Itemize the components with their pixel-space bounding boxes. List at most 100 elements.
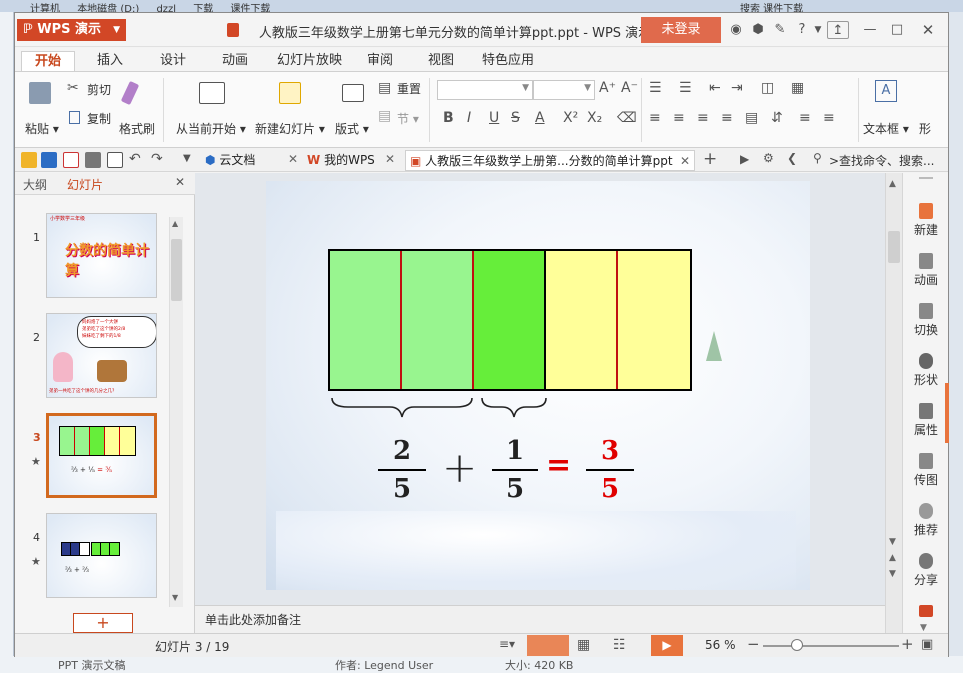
shrink-font-icon[interactable]: A⁻: [621, 80, 638, 96]
minimize-icon[interactable]: —: [861, 21, 879, 39]
distribute-icon[interactable]: ▤: [745, 110, 758, 126]
scroll-down-icon[interactable]: ▼: [172, 593, 178, 602]
maximize-icon[interactable]: □: [888, 21, 906, 39]
new-slide-button[interactable]: 新建幻灯片 ▾: [255, 120, 325, 137]
tab-animation[interactable]: 动画: [222, 51, 248, 71]
increase-indent-icon[interactable]: ⇥: [731, 80, 743, 96]
print-icon[interactable]: [85, 152, 101, 168]
animation-button[interactable]: 动画: [903, 253, 949, 288]
collapse-icon[interactable]: ❮: [787, 151, 797, 165]
close-icon[interactable]: ✕: [175, 175, 185, 189]
decrease-indent-icon[interactable]: ⇤: [709, 80, 721, 96]
next-slide-icon[interactable]: ▼: [889, 569, 896, 579]
zoom-in-icon[interactable]: +: [901, 635, 914, 653]
zoom-slider[interactable]: [763, 645, 899, 647]
crumb-computer[interactable]: 计算机: [30, 4, 60, 12]
superscript-icon[interactable]: X²: [563, 110, 578, 126]
new-tab-icon[interactable]: +: [703, 149, 717, 169]
close-tab-icon[interactable]: ✕: [288, 152, 298, 166]
app-menu-button[interactable]: ℙ WPS 演示 ▼: [17, 19, 126, 41]
font-color-icon[interactable]: A: [535, 110, 545, 126]
close-tab-icon[interactable]: ✕: [680, 151, 690, 172]
upload-image-button[interactable]: 传图: [903, 453, 949, 488]
copy-button[interactable]: 复制: [87, 110, 111, 127]
scroll-down-icon[interactable]: ▼: [889, 537, 896, 547]
text-box-style-icon[interactable]: ▦: [791, 80, 804, 96]
fit-window-icon[interactable]: ▣: [921, 637, 933, 652]
line-spacing-icon[interactable]: ⇵: [771, 110, 783, 126]
prev-slide-icon[interactable]: ▲: [889, 553, 896, 563]
tab-view[interactable]: 视图: [428, 51, 454, 71]
settings-icon[interactable]: ⬢: [749, 21, 767, 39]
numbered-list-icon[interactable]: ☰: [679, 80, 692, 96]
doc-tab-current[interactable]: ▣ 人教版三年级数学上册第...分数的简单计算ppt ✕: [405, 150, 695, 171]
reset-button[interactable]: 重置: [397, 80, 421, 97]
explorer-search[interactable]: 搜索 课件下载: [740, 0, 803, 12]
shapes-button[interactable]: 形状: [903, 353, 949, 388]
thumbnail-scrollbar[interactable]: ▲ ▼: [169, 217, 183, 607]
section-button[interactable]: 节 ▾: [397, 110, 419, 127]
command-search-input[interactable]: >查找命令、搜索...: [829, 152, 935, 169]
transition-button[interactable]: 切换: [903, 303, 949, 338]
clear-format-icon[interactable]: ⌫: [617, 110, 637, 126]
slide-scrollbar[interactable]: ▲ ▼ ▲ ▼: [885, 173, 902, 633]
text-direction-icon[interactable]: ≡: [823, 110, 835, 126]
crumb-disk[interactable]: 本地磁盘 (D:): [77, 4, 139, 12]
justify-icon[interactable]: ≡: [721, 110, 733, 126]
italic-icon[interactable]: I: [467, 110, 471, 126]
skin-icon[interactable]: ◉: [727, 21, 745, 39]
share-button[interactable]: 分享: [903, 553, 949, 588]
undo-icon[interactable]: ↶: [129, 151, 141, 167]
new-button[interactable]: 新建: [903, 203, 949, 238]
shape-button[interactable]: 形: [919, 120, 931, 137]
columns-icon[interactable]: ◫: [761, 80, 774, 96]
strikethrough-icon[interactable]: S: [511, 110, 520, 126]
reading-view-icon[interactable]: ☷: [613, 637, 626, 653]
tab-features[interactable]: 特色应用: [482, 51, 534, 71]
grow-font-icon[interactable]: A⁺: [599, 80, 616, 96]
scroll-up-icon[interactable]: ▲: [889, 179, 896, 189]
tab-review[interactable]: 审阅: [367, 51, 393, 71]
paste-button[interactable]: 粘贴 ▾: [25, 120, 59, 137]
print-preview-icon[interactable]: [107, 152, 123, 168]
tab-slideshow[interactable]: 幻灯片放映: [277, 51, 342, 71]
toolbox-icon[interactable]: [919, 605, 933, 617]
close-icon[interactable]: ✕: [919, 21, 937, 39]
export-pdf-icon[interactable]: [63, 152, 79, 168]
play-slideshow-icon[interactable]: ▶: [651, 635, 683, 656]
tab-slides[interactable]: 幻灯片: [67, 176, 103, 193]
restore-icon[interactable]: ↥: [827, 21, 849, 39]
feedback-icon[interactable]: ✎: [771, 21, 789, 39]
slide-sorter-icon[interactable]: ▦: [577, 637, 590, 653]
align-left-icon[interactable]: ≡: [649, 110, 661, 126]
drag-handle[interactable]: [919, 177, 933, 179]
layout-button[interactable]: 版式 ▾: [335, 120, 369, 137]
slide-thumb-4[interactable]: ⅔ + ⅔: [46, 513, 157, 598]
scroll-thumb[interactable]: [888, 231, 900, 263]
open-folder-icon[interactable]: [21, 152, 37, 168]
crumb-dzzl[interactable]: dzzl: [156, 4, 176, 12]
textbox-button[interactable]: 文本框 ▾: [863, 120, 909, 137]
help-dropdown-icon[interactable]: ▼: [809, 21, 827, 39]
slide-thumb-1[interactable]: 小学数学三年级 分数的简单计算: [46, 213, 157, 298]
scroll-up-icon[interactable]: ▲: [172, 219, 178, 228]
customize-dropdown-icon[interactable]: ▼: [183, 153, 191, 164]
crumb-courseware[interactable]: 课件下载: [230, 4, 270, 12]
doc-tab-mywps[interactable]: W 我的WPS: [307, 150, 375, 171]
slide-thumb-2[interactable]: 妈妈烙了一个大饼 弟弟吃了这个饼的2/8 妹妹吃了剩下的1/8 弟弟一共吃了这个…: [46, 313, 157, 398]
bullet-list-icon[interactable]: ☰: [649, 80, 662, 96]
underline-icon[interactable]: U: [489, 110, 499, 126]
add-slide-button[interactable]: +: [73, 613, 133, 633]
doc-tab-cloud[interactable]: ⬢ 云文档: [205, 150, 255, 171]
align-right-icon[interactable]: ≡: [697, 110, 709, 126]
normal-view-button[interactable]: [527, 635, 569, 656]
font-family-select[interactable]: ▼: [437, 80, 533, 100]
zoom-slider-handle[interactable]: [791, 639, 803, 651]
slide-thumb-3[interactable]: ⅔ + ⅕ = ⅗: [46, 413, 157, 498]
close-tab-icon[interactable]: ✕: [385, 152, 395, 166]
tools-icon[interactable]: ⚙: [763, 151, 774, 165]
format-painter-button[interactable]: 格式刷: [119, 120, 155, 137]
notes-input[interactable]: 单击此处添加备注: [195, 605, 885, 633]
more-dropdown-icon[interactable]: ▼: [920, 623, 927, 633]
slideshow-icon[interactable]: ▶: [740, 152, 749, 166]
